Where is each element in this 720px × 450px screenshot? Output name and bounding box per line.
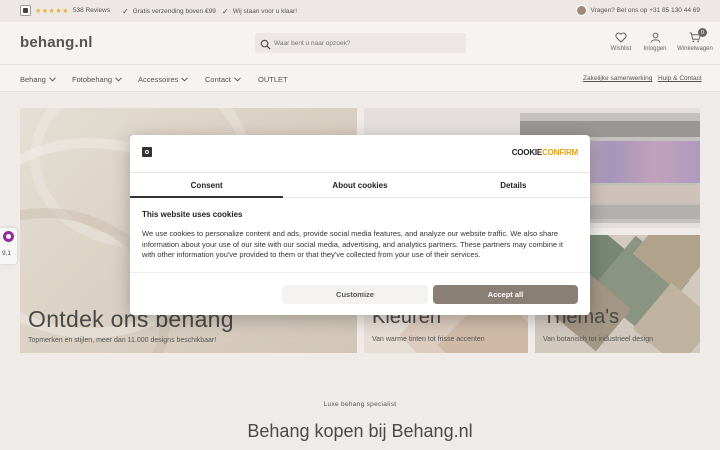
help-phone[interactable]: Vragen? Bel ons op +31 85 130 44 69: [575, 5, 700, 16]
login-button[interactable]: Inloggen: [635, 32, 675, 52]
reviews-widget[interactable]: ★★★★★ 538 Reviews: [20, 5, 110, 16]
tab-details[interactable]: Details: [437, 173, 590, 197]
search-icon[interactable]: [260, 37, 271, 55]
usp-shipping-text: Gratis verzending boven €99: [132, 8, 216, 15]
consent-tabs: Consent About cookies Details: [130, 172, 590, 198]
login-label: Inloggen: [643, 46, 667, 52]
search-bar[interactable]: [255, 33, 466, 53]
chevron-down-icon: [181, 77, 189, 82]
usp-service: ✓ Wij staan voor u klaar!: [222, 7, 297, 16]
chevron-down-icon: [234, 77, 241, 82]
nav-item-contact[interactable]: Contact: [205, 75, 241, 84]
reviews-count: 538 Reviews: [72, 7, 111, 14]
customize-button[interactable]: Customize: [282, 285, 428, 304]
section-title: Behang kopen bij Behang.nl: [247, 421, 473, 441]
nav-item-accessoires[interactable]: Accessoires: [138, 75, 189, 84]
consent-body: This website uses cookies We use cookies…: [142, 210, 578, 261]
review-logo-icon: [20, 5, 31, 16]
wishlist-label: Wishlist: [610, 46, 632, 52]
site-logo[interactable]: behang.nl: [20, 34, 93, 51]
brand-part1: COOKIE: [511, 148, 543, 157]
check-icon: ✓: [122, 7, 129, 16]
nav-label: OUTLET: [258, 75, 288, 84]
nav-item-fotobehang[interactable]: Fotobehang: [72, 75, 122, 84]
consent-text: We use cookies to personalize content an…: [142, 229, 563, 259]
cart-count-badge: 0: [698, 28, 707, 37]
help-phone-text: Vragen? Bel ons op +31 85 130 44 69: [590, 7, 700, 14]
nav-link-business[interactable]: Zakelijke samenwerking: [583, 75, 652, 82]
cookie-logo-icon: [142, 147, 152, 157]
chevron-down-icon: [49, 77, 56, 82]
rating-stars: ★★★★★: [35, 7, 69, 15]
cookieconfirm-logo: COOKIECONFIRM: [512, 148, 578, 157]
cart-button[interactable]: 0 Winkelwagen: [675, 28, 715, 52]
search-input[interactable]: [274, 37, 454, 49]
user-icon: [650, 32, 660, 43]
main-nav: Behang Fotobehang Accessoires Contact OU…: [0, 64, 720, 92]
section-kicker: Luxe behang specialist: [323, 401, 397, 408]
check-icon: ✓: [222, 7, 229, 16]
tab-about-cookies[interactable]: About cookies: [283, 173, 436, 197]
nav-label: Behang: [20, 75, 46, 84]
nav-link-help[interactable]: Hulp & Contact: [658, 75, 702, 82]
nav-label: Contact: [205, 75, 231, 84]
nav-label: Fotobehang: [72, 75, 113, 84]
cookie-consent-dialog: COOKIECONFIRM Consent About cookies Deta…: [130, 135, 590, 315]
consent-heading: This website uses cookies: [142, 210, 243, 219]
usp-service-text: Wij staan voor u klaar!: [232, 8, 298, 15]
consent-footer: Customize Accept all: [130, 272, 590, 315]
brand-part2: CONFIRM: [542, 148, 578, 157]
nav-label: Accessoires: [138, 75, 179, 84]
cart-label: Winkelwagen: [677, 46, 713, 52]
nav-item-outlet[interactable]: OUTLET: [258, 75, 288, 84]
support-avatar: [575, 5, 587, 16]
usp-shipping: ✓ Gratis verzending boven €99: [122, 7, 216, 16]
nav-item-behang[interactable]: Behang: [20, 75, 56, 84]
top-bar: ★★★★★ 538 Reviews ✓ Gratis verzending bo…: [0, 0, 720, 22]
tab-consent[interactable]: Consent: [130, 173, 284, 198]
heart-icon: [615, 32, 627, 43]
accept-all-button[interactable]: Accept all: [433, 285, 578, 304]
header: behang.nl Wishlist Inloggen 0 Winkelwage…: [0, 22, 720, 64]
chevron-down-icon: [115, 77, 122, 82]
